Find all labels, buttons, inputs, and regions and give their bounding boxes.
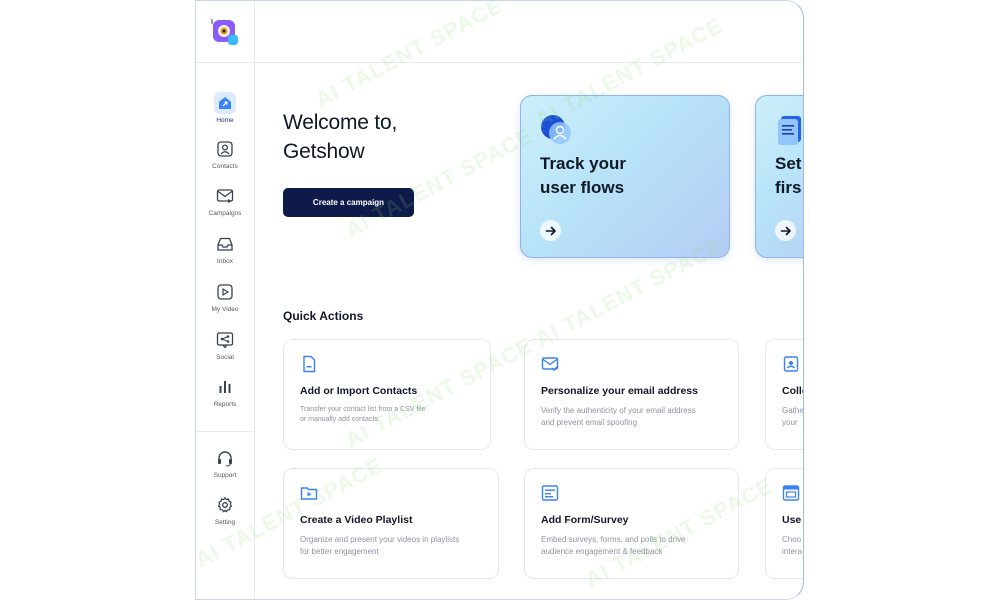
- hero-card-title: Set firs: [775, 152, 803, 200]
- quick-action-title: Colle: [782, 385, 803, 397]
- sidebar-item-label: Reports: [213, 401, 237, 408]
- sidebar: Home Contacts Campaigns Inbox My Video S…: [196, 1, 255, 599]
- quick-action-create-video-playlist[interactable]: Create a Video Playlist Organize and pre…: [283, 468, 499, 579]
- top-bar: [255, 1, 803, 63]
- contact-card-icon: [783, 356, 799, 372]
- hero-card-setup[interactable]: Set firs: [755, 95, 803, 258]
- reports-icon: [214, 376, 236, 398]
- hero-card-title: Track your user flows: [540, 152, 710, 200]
- quick-action-title: Use: [782, 514, 802, 526]
- contacts-icon: [214, 138, 236, 160]
- welcome-line-2: Getshow: [283, 140, 365, 163]
- welcome-heading: Welcome to, Getshow: [283, 108, 503, 166]
- quick-actions-title: Quick Actions: [283, 309, 364, 323]
- video-icon: [214, 281, 236, 303]
- inbox-icon: [214, 233, 236, 255]
- quick-action-desc: Gathe your: [782, 406, 804, 427]
- sidebar-item-label: Social: [216, 354, 234, 361]
- sidebar-item-reports[interactable]: Reports: [196, 376, 254, 408]
- file-icon: [303, 355, 316, 373]
- sidebar-item-label: My Video: [211, 306, 239, 313]
- quick-action-title: Personalize your email address: [541, 385, 698, 397]
- welcome-line-1: Welcome to,: [283, 111, 398, 134]
- arrow-right-icon[interactable]: [775, 220, 796, 241]
- user-flow-badge-icon: [541, 115, 571, 144]
- hero-card-track-user-flows[interactable]: Track your user flows: [520, 95, 730, 258]
- campaigns-icon: [214, 185, 236, 207]
- quick-action-title: Add Form/Survey: [541, 514, 629, 526]
- app-frame: Home Contacts Campaigns Inbox My Video S…: [195, 0, 804, 600]
- sidebar-item-label: Support: [213, 472, 237, 479]
- gear-icon: [214, 494, 236, 516]
- sidebar-item-campaigns[interactable]: Campaigns: [196, 185, 254, 217]
- sidebar-item-label: Campaigns: [208, 210, 242, 217]
- quick-action-desc: Transfer your contact list from a CSV fi…: [300, 406, 426, 423]
- getshow-logo-icon[interactable]: [211, 18, 239, 46]
- email-verify-icon: [541, 357, 559, 371]
- sidebar-item-label: Contacts: [212, 163, 238, 170]
- quick-action-desc: Verify the authenticity of your email ad…: [541, 406, 696, 427]
- quick-action-desc: Embed surveys, forms, and polls to drive…: [541, 535, 686, 556]
- sidebar-item-contacts[interactable]: Contacts: [196, 138, 254, 170]
- quick-action-desc: Choo intera: [782, 535, 803, 556]
- logo-area: [196, 1, 254, 63]
- hero-card-title-line-1: Track your: [540, 154, 626, 173]
- social-icon: [214, 329, 236, 351]
- quick-action-title: Add or Import Contacts: [300, 385, 418, 397]
- create-campaign-button[interactable]: Create a campaign: [283, 188, 414, 217]
- sidebar-item-support[interactable]: Support: [196, 447, 254, 479]
- window-icon: [782, 485, 800, 501]
- sidebar-item-label: Home: [216, 117, 234, 124]
- sidebar-item-home[interactable]: Home: [196, 92, 254, 124]
- quick-action-use[interactable]: Use Choo intera: [765, 468, 803, 579]
- sidebar-item-social[interactable]: Social: [196, 329, 254, 361]
- document-badge-icon: [778, 116, 801, 145]
- sidebar-item-label: Setting: [214, 519, 236, 526]
- sidebar-divider: [196, 431, 254, 432]
- main-content: Welcome to, Getshow Create a campaign Tr…: [255, 1, 804, 599]
- arrow-right-icon[interactable]: [540, 220, 561, 241]
- sidebar-item-label: Inbox: [217, 258, 233, 265]
- quick-action-collect[interactable]: Colle Gathe your: [765, 339, 804, 450]
- headset-icon: [214, 447, 236, 469]
- quick-action-add-import-contacts[interactable]: Add or Import Contacts Transfer your con…: [283, 339, 491, 450]
- form-icon: [541, 485, 559, 501]
- quick-action-desc: Organize and present your videos in play…: [300, 535, 460, 556]
- folder-play-icon: [300, 487, 318, 500]
- quick-action-personalize-email[interactable]: Personalize your email address Verify th…: [524, 339, 739, 450]
- hero-card-title-line-2: firs: [775, 178, 802, 197]
- sidebar-item-my-video[interactable]: My Video: [196, 281, 254, 313]
- sidebar-item-setting[interactable]: Setting: [196, 494, 254, 526]
- quick-action-add-form-survey[interactable]: Add Form/Survey Embed surveys, forms, an…: [524, 468, 739, 579]
- quick-action-title: Create a Video Playlist: [300, 514, 413, 526]
- hero-card-title-line-2: user flows: [540, 178, 625, 197]
- home-icon: [214, 92, 236, 114]
- hero-card-title-line-1: Set: [775, 154, 802, 173]
- sidebar-item-inbox[interactable]: Inbox: [196, 233, 254, 265]
